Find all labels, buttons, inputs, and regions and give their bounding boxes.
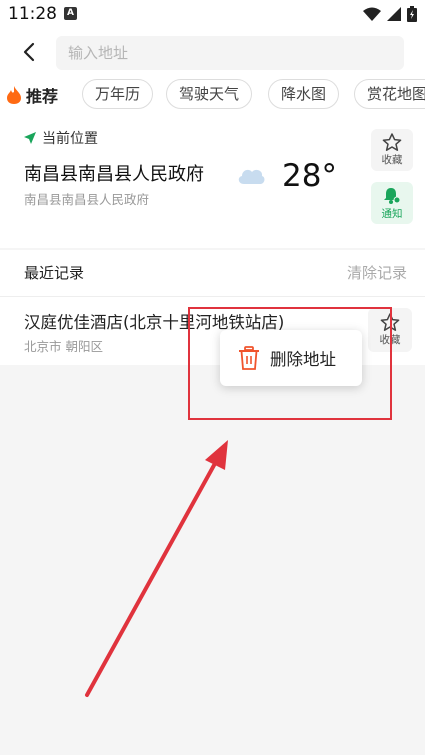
search-input[interactable]: [56, 36, 404, 70]
tag-bar: 推荐 万年历 驾驶天气 降水图 赏花地图: [0, 74, 425, 116]
location-name[interactable]: 南昌县南昌县人民政府: [24, 160, 204, 186]
status-icons: [363, 6, 417, 22]
fire-icon: [7, 86, 21, 104]
star-icon: [382, 133, 402, 151]
notification-icon: A: [64, 7, 77, 20]
bell-icon: [384, 187, 401, 204]
chip-precipitation[interactable]: 降水图: [268, 79, 340, 109]
location-arrow-icon: [24, 132, 36, 144]
recent-item-subtitle: 北京市 朝阳区: [24, 339, 103, 354]
notify-button[interactable]: 通知: [371, 182, 413, 224]
temperature: 28°: [282, 158, 337, 194]
battery-icon: [407, 6, 417, 22]
favorite-label: 收藏: [381, 154, 403, 166]
notify-label: 通知: [381, 207, 403, 220]
clear-records-button[interactable]: 清除记录: [347, 262, 407, 283]
cloud-icon: [238, 169, 265, 184]
current-location-label: 当前位置: [24, 128, 98, 148]
current-location-text: 当前位置: [42, 131, 98, 147]
back-icon[interactable]: [18, 40, 42, 64]
tab-recommend[interactable]: 推荐: [6, 83, 58, 107]
signal-icon: [387, 7, 401, 21]
recent-title: 最近记录: [24, 264, 85, 282]
location-subtitle: 南昌县南昌县人民政府: [24, 192, 150, 207]
chip-flower-map[interactable]: 赏花地图: [354, 79, 425, 109]
divider: [0, 296, 425, 297]
highlight-box: [188, 307, 392, 420]
status-bar: 11:28 A: [0, 0, 425, 30]
search-bar: [0, 30, 425, 74]
current-location-card: 当前位置 南昌县南昌县人民政府 南昌县南昌县人民政府 28° 收藏 通知: [0, 116, 425, 248]
chip-driving-weather[interactable]: 驾驶天气: [166, 79, 253, 109]
favorite-button[interactable]: 收藏: [371, 129, 413, 171]
wifi-icon: [363, 7, 381, 21]
recommend-label: 推荐: [26, 87, 59, 106]
chip-calendar[interactable]: 万年历: [82, 79, 154, 109]
status-time: 11:28: [8, 4, 57, 24]
